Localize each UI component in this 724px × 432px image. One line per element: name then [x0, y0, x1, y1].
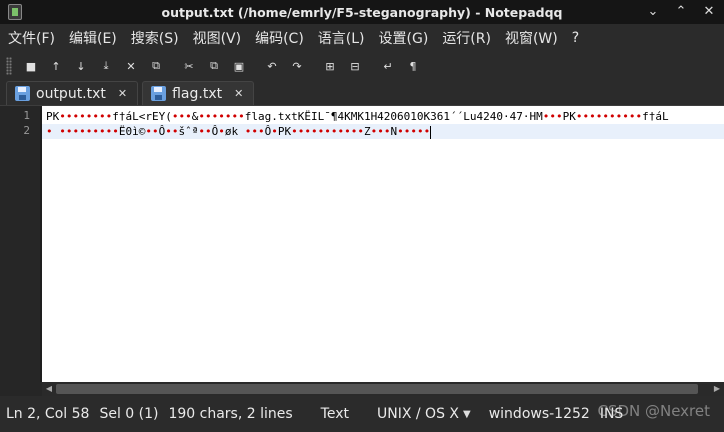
menu-help[interactable]: ?: [572, 30, 579, 46]
code-line-current[interactable]: • •••••••••Ë0ì©••Ô••šˆª••Ô•øk •••Ô•PK•••…: [42, 124, 724, 139]
menu-settings[interactable]: 设置(G): [379, 28, 429, 48]
scroll-corner: [0, 382, 42, 396]
paste-icon[interactable]: ▣: [228, 55, 250, 77]
line-number: 1: [23, 109, 30, 122]
horizontal-scrollbar[interactable]: ◀ ▶: [42, 382, 724, 396]
copy-icon[interactable]: ⧉: [203, 55, 225, 77]
save-status-icon: [151, 86, 167, 101]
notepadqq-app-icon: [8, 4, 22, 20]
menu-encoding[interactable]: 编码(C): [255, 28, 304, 48]
scroll-right-arrow-icon[interactable]: ▶: [711, 383, 723, 395]
title-bar: output.txt (/home/emrly/F5-steganography…: [0, 0, 724, 24]
menu-window[interactable]: 视窗(W): [505, 28, 558, 48]
menu-file[interactable]: 文件(F): [8, 28, 55, 48]
line-number-gutter: 1 2: [0, 106, 40, 382]
scroll-left-arrow-icon[interactable]: ◀: [43, 383, 55, 395]
cursor-position: Ln 2, Col 58: [6, 406, 90, 422]
encoding-selector[interactable]: windows-1252: [489, 406, 590, 422]
show-all-chars-icon[interactable]: ¶: [402, 55, 424, 77]
save-all-icon[interactable]: ⤓: [95, 55, 117, 77]
editor-pane: 1 2 PK••••••••f†áL<rEY(•••&•••••••flag.t…: [0, 106, 724, 396]
zoom-out-icon[interactable]: ⊟: [344, 55, 366, 77]
close-file-icon[interactable]: ✕: [120, 55, 142, 77]
text-caret: [430, 125, 432, 139]
zoom-in-icon[interactable]: ⊞: [319, 55, 341, 77]
code-line[interactable]: PK••••••••f†áL<rEY(•••&•••••••flag.txtKË…: [42, 109, 724, 124]
menu-language[interactable]: 语言(L): [318, 28, 365, 48]
tab-close-icon[interactable]: ✕: [118, 87, 127, 100]
save-status-icon: [15, 86, 30, 101]
tab-close-icon[interactable]: ✕: [234, 87, 243, 100]
new-file-icon[interactable]: ■: [20, 55, 42, 77]
undo-icon[interactable]: ↶: [261, 55, 283, 77]
tab-label: output.txt: [36, 85, 106, 102]
word-wrap-icon[interactable]: ↵: [377, 55, 399, 77]
cut-icon[interactable]: ✂: [178, 55, 200, 77]
menu-view[interactable]: 视图(V): [193, 28, 242, 48]
eol-label: UNIX / OS X: [377, 406, 460, 422]
horizontal-scroll-thumb[interactable]: [56, 384, 698, 394]
close-all-icon[interactable]: ⧉: [145, 55, 167, 77]
redo-icon[interactable]: ↷: [286, 55, 308, 77]
open-file-icon[interactable]: ↑: [45, 55, 67, 77]
tab-label: flag.txt: [172, 85, 223, 102]
menu-edit[interactable]: 编辑(E): [69, 28, 117, 48]
tab-bar: output.txt ✕ flag.txt ✕: [0, 80, 724, 106]
window-controls: ⌄ ⌃ ✕: [644, 2, 718, 20]
menu-run[interactable]: 运行(R): [442, 28, 491, 48]
menu-bar: 文件(F) 编辑(E) 搜索(S) 视图(V) 编码(C) 语言(L) 设置(G…: [0, 24, 724, 52]
line-number: 2: [23, 124, 30, 137]
tab-flag-txt[interactable]: flag.txt ✕: [142, 81, 255, 105]
close-window-button[interactable]: ✕: [700, 2, 718, 20]
save-file-icon[interactable]: ↓: [70, 55, 92, 77]
menu-search[interactable]: 搜索(S): [131, 28, 179, 48]
language-label: Text: [320, 406, 349, 422]
minimize-button[interactable]: ⌄: [644, 2, 662, 20]
language-selector[interactable]: Text: [321, 406, 349, 422]
text-editor[interactable]: PK••••••••f†áL<rEY(•••&•••••••flag.txtKË…: [42, 106, 724, 382]
eol-selector[interactable]: UNIX / OS X ▼: [377, 406, 471, 422]
maximize-button[interactable]: ⌃: [672, 2, 690, 20]
document-size: 190 chars, 2 lines: [168, 406, 293, 422]
selection-info: Sel 0 (1): [99, 406, 159, 422]
toolbar: ■ ↑ ↓ ⤓ ✕ ⧉ ✂ ⧉ ▣ ↶ ↷ ⊞ ⊟ ↵ ¶: [0, 52, 724, 80]
watermark-text: CSDN @Nexret: [597, 402, 710, 420]
window-title: output.txt (/home/emrly/F5-steganography…: [161, 4, 563, 20]
tab-output-txt[interactable]: output.txt ✕: [6, 81, 139, 105]
chevron-down-icon: ▼: [463, 408, 471, 420]
toolbar-grip[interactable]: [6, 57, 12, 75]
